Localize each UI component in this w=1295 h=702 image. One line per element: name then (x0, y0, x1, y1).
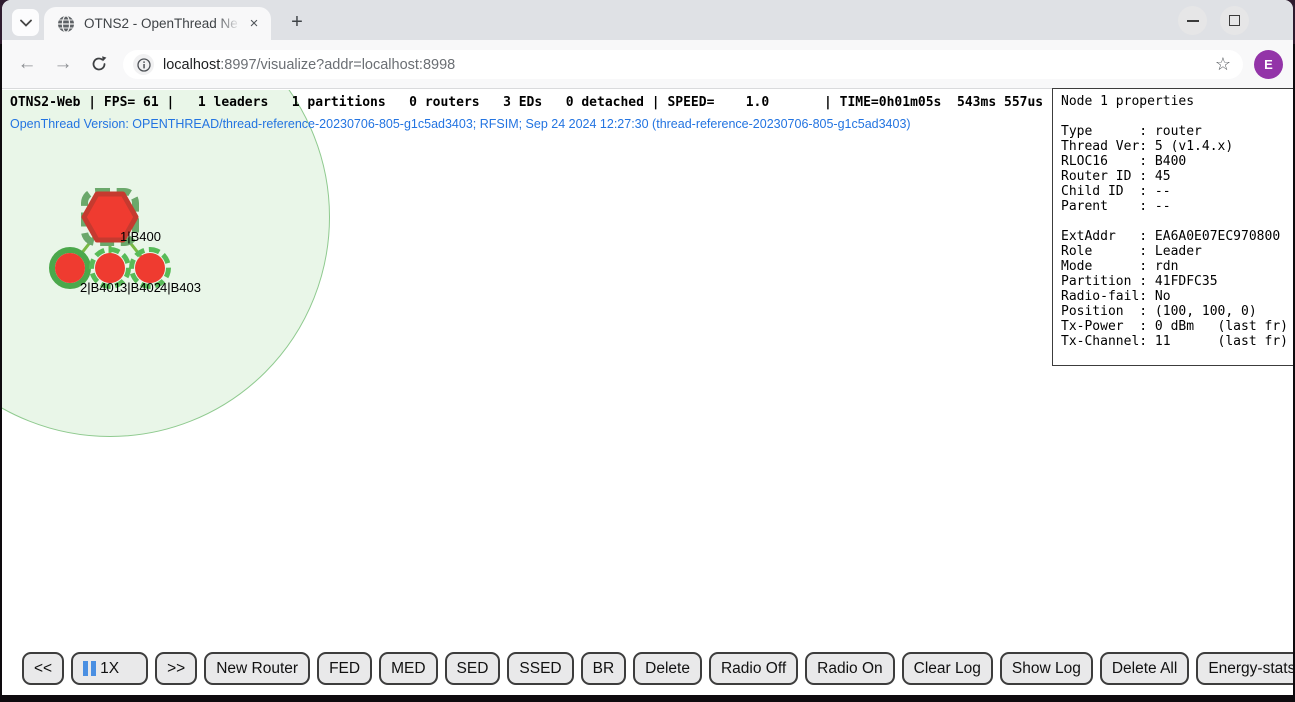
button-label: FED (329, 660, 360, 678)
profile-avatar[interactable]: E (1254, 50, 1283, 79)
button-label: Energy-stats ↗ (1208, 659, 1293, 678)
delete-button[interactable]: Delete (633, 652, 702, 685)
bookmark-star-icon[interactable]: ☆ (1215, 54, 1231, 75)
clear-log-button[interactable]: Clear Log (902, 652, 993, 685)
button-label: >> (167, 660, 185, 678)
forward-button[interactable]: → (51, 52, 75, 76)
node-label: 3|B402 (120, 280, 161, 295)
br-button[interactable]: BR (581, 652, 627, 685)
panel-line: RLOC16 : B400 (1061, 154, 1286, 169)
bottom-toolbar: << 1X >> New Router FED MED SED SSED BR Delete Rad… (22, 652, 1293, 685)
window-maximize-button[interactable] (1220, 6, 1249, 35)
desktop: OTNS2 - OpenThread Ne × + ← → localhost (0, 0, 1295, 702)
radio-on-button[interactable]: Radio On (805, 652, 894, 685)
node-properties-lines: Type : routerThread Ver: 5 (v1.4.x)RLOC1… (1061, 109, 1286, 349)
node-ed[interactable] (55, 253, 85, 283)
panel-line: Role : Leader (1061, 244, 1286, 259)
node-label: 4|B403 (160, 280, 201, 295)
window-minimize-button[interactable] (1178, 6, 1207, 35)
browser-toolbar: ← → localhost:8997/visualize?addr=localh… (2, 40, 1293, 89)
chevron-down-icon (20, 19, 32, 27)
button-label: New Router (216, 660, 298, 678)
status-overlay: OTNS2-Web | FPS= 61 | 1 leaders 1 partit… (10, 95, 1043, 131)
panel-line: Router ID : 45 (1061, 169, 1286, 184)
site-info-icon[interactable] (133, 54, 154, 75)
node-label: 1|B400 (120, 229, 161, 244)
button-label: SED (457, 660, 489, 678)
node-ed[interactable] (95, 253, 125, 283)
globe-favicon-icon (57, 15, 75, 33)
button-label: Radio Off (721, 660, 786, 678)
panel-line: Thread Ver: 5 (v1.4.x) (1061, 139, 1286, 154)
simulation-status-bar: OTNS2-Web | FPS= 61 | 1 leaders 1 partit… (10, 95, 1043, 110)
button-label: << (34, 660, 52, 678)
button-label: Clear Log (914, 660, 981, 678)
button-label: Delete (645, 660, 690, 678)
panel-line: Radio-fail: No (1061, 289, 1286, 304)
rewind-button[interactable]: << (22, 652, 64, 685)
panel-line (1061, 214, 1286, 229)
energy-stats-button[interactable]: Energy-stats ↗ (1196, 652, 1293, 685)
node-ed[interactable] (135, 253, 165, 283)
node-properties-title: Node 1 properties (1061, 94, 1286, 109)
reload-button[interactable] (87, 52, 111, 76)
node-properties-panel: Node 1 properties Type : routerThread Ve… (1052, 88, 1293, 366)
fed-button[interactable]: FED (317, 652, 372, 685)
tab-strip: OTNS2 - OpenThread Ne × + (2, 0, 1293, 40)
node-label: 2|B401 (80, 280, 121, 295)
panel-line: Type : router (1061, 124, 1286, 139)
panel-line: Parent : -- (1061, 199, 1286, 214)
med-button[interactable]: MED (379, 652, 437, 685)
openthread-version-text: OpenThread Version: OPENTHREAD/thread-re… (10, 117, 1043, 131)
panel-line: Tx-Channel: 11 (last fr) (1061, 334, 1286, 349)
minimize-icon (1187, 20, 1199, 22)
parent-child-links (2, 90, 402, 390)
url-path: :8997/visualize?addr=localhost:8998 (220, 57, 455, 73)
button-label: Delete All (1112, 660, 1177, 678)
panel-line: Mode : rdn (1061, 259, 1286, 274)
delete-all-button[interactable]: Delete All (1100, 652, 1189, 685)
back-button[interactable]: ← (15, 52, 39, 76)
button-label: SSED (519, 660, 561, 678)
sed-button[interactable]: SED (445, 652, 501, 685)
ssed-button[interactable]: SSED (507, 652, 573, 685)
new-tab-button[interactable]: + (283, 8, 311, 36)
button-label: BR (593, 660, 615, 678)
url-host: localhost (163, 57, 220, 73)
button-label: Radio On (817, 660, 882, 678)
reload-icon (90, 55, 108, 73)
new-router-button[interactable]: New Router (204, 652, 310, 685)
button-label: 1X (100, 660, 119, 678)
otns-page: 1|B400 2|B4013|B4024|B403 OTNS2-Web | FPS… (2, 90, 1293, 695)
maximize-icon (1229, 15, 1240, 26)
tab-search-button[interactable] (12, 9, 39, 36)
tab-otns2[interactable]: OTNS2 - OpenThread Ne × (44, 7, 271, 40)
button-label: Show Log (1012, 660, 1081, 678)
url-bar[interactable]: localhost:8997/visualize?addr=localhost:… (123, 50, 1243, 79)
radio-off-button[interactable]: Radio Off (709, 652, 798, 685)
panel-line: ExtAddr : EA6A0E07EC970800 (1061, 229, 1286, 244)
pause-icon (83, 661, 96, 676)
panel-line: Tx-Power : 0 dBm (last fr) (1061, 319, 1286, 334)
fast-forward-button[interactable]: >> (155, 652, 197, 685)
show-log-button[interactable]: Show Log (1000, 652, 1093, 685)
tab-close-icon[interactable]: × (245, 15, 263, 33)
speed-button[interactable]: 1X (71, 652, 148, 685)
panel-line: Child ID : -- (1061, 184, 1286, 199)
browser-window: OTNS2 - OpenThread Ne × + ← → localhost (2, 0, 1293, 695)
panel-line (1061, 109, 1286, 124)
panel-line: Partition : 41FDFC35 (1061, 274, 1286, 289)
panel-line: Position : (100, 100, 0) (1061, 304, 1286, 319)
url-text: localhost:8997/visualize?addr=localhost:… (163, 57, 455, 73)
button-label: MED (391, 660, 425, 678)
tab-title: OTNS2 - OpenThread Ne (84, 16, 245, 31)
